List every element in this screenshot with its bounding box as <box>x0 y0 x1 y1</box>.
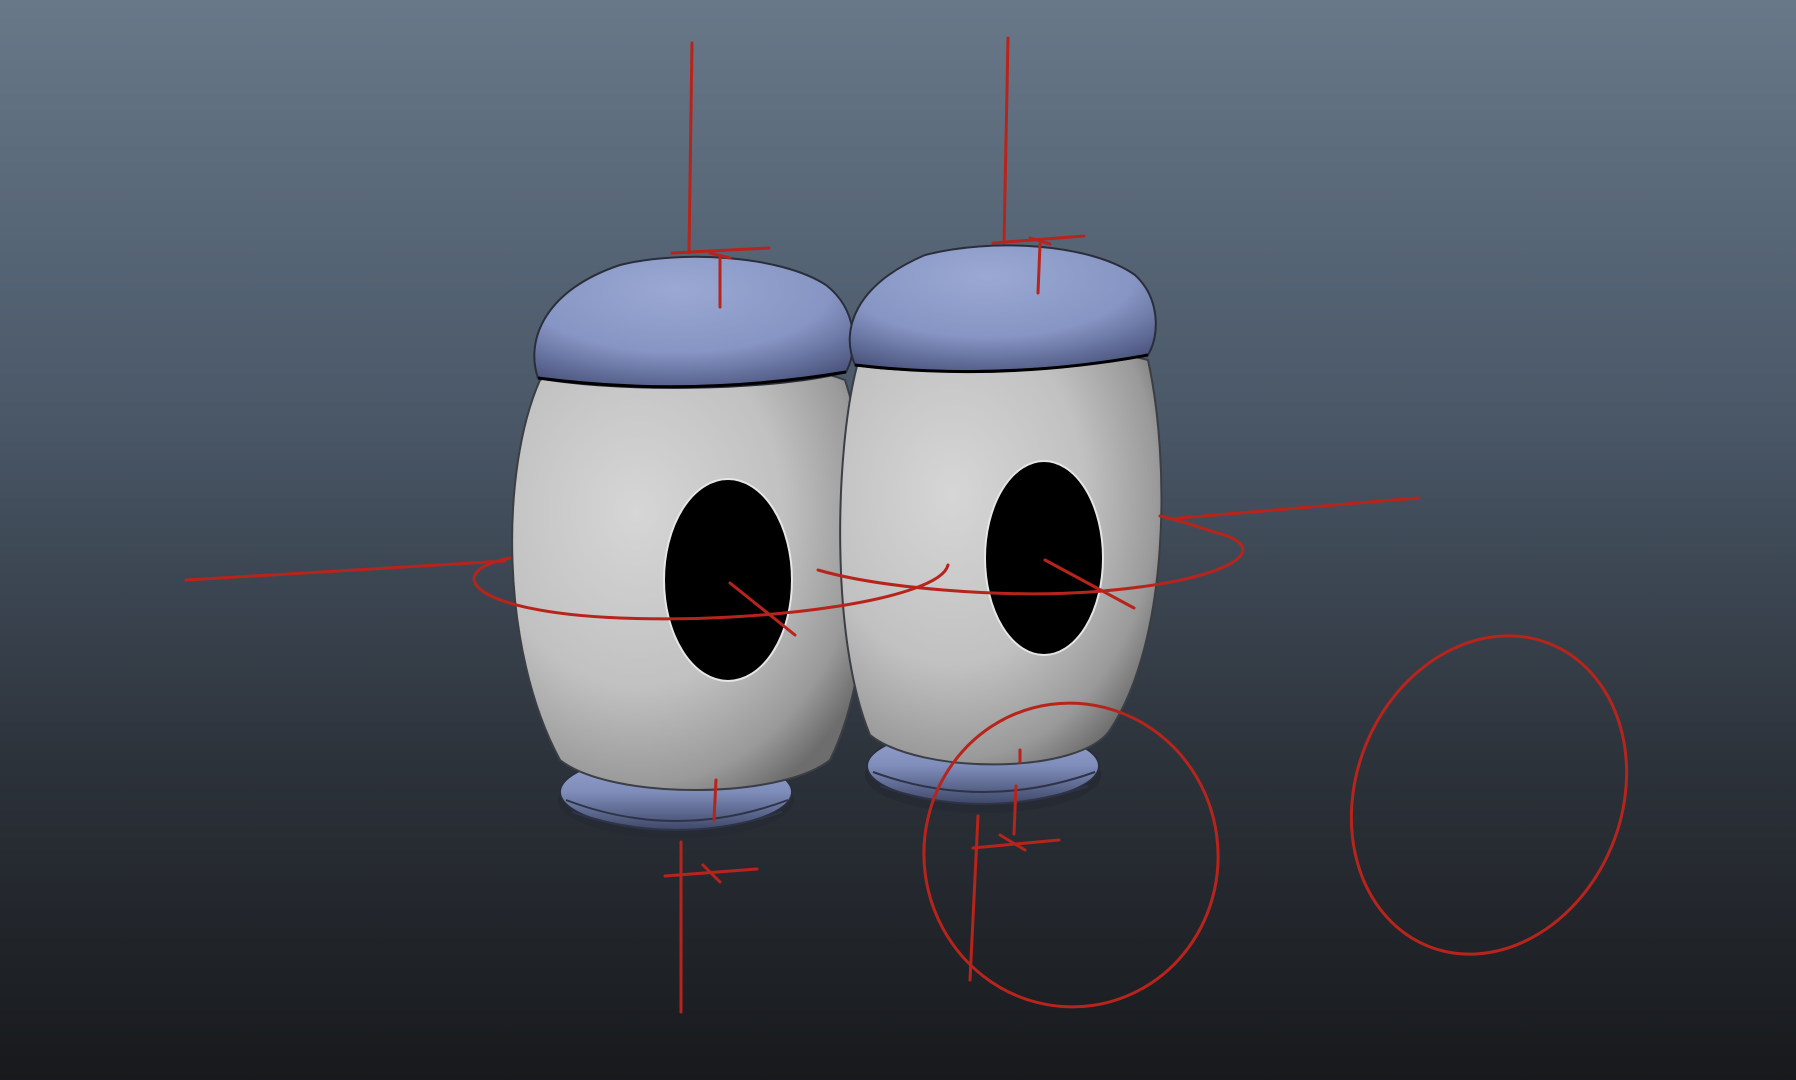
viewport-scene[interactable] <box>0 0 1796 1080</box>
left-eye[interactable] <box>511 255 869 838</box>
aim-control-far[interactable] <box>1305 594 1674 996</box>
right-eye-pupil[interactable] <box>984 460 1104 656</box>
left-eye-upper-lid[interactable] <box>533 255 855 389</box>
left-eye-pupil[interactable] <box>663 478 793 682</box>
right-eye[interactable] <box>839 244 1163 813</box>
3d-viewport[interactable] <box>0 0 1796 1080</box>
right-eye-upper-lid[interactable] <box>848 244 1157 374</box>
